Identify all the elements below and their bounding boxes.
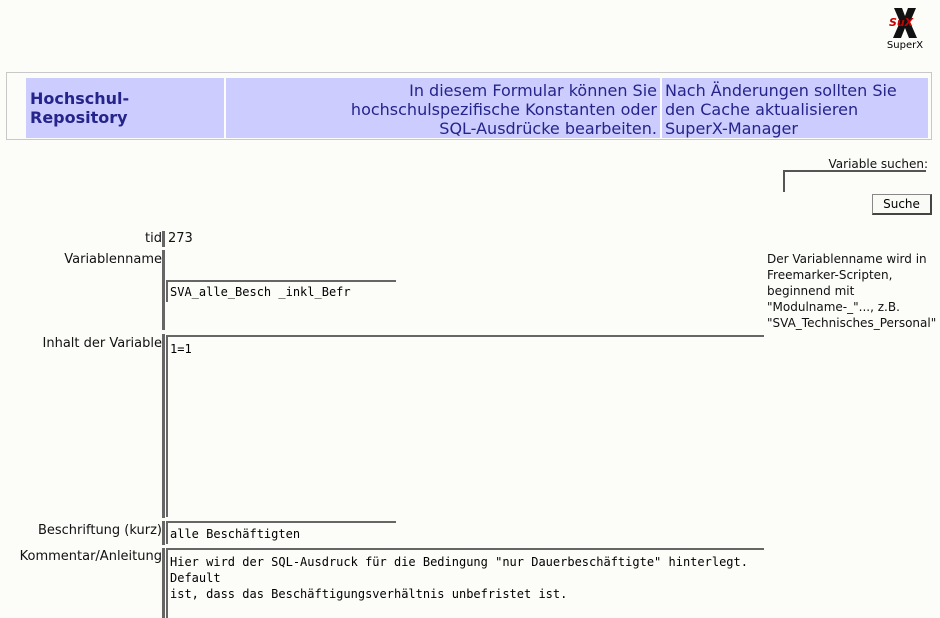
search-input[interactable] xyxy=(783,170,926,192)
header-info-line: hochschulspezifische Konstanten oder xyxy=(350,100,657,119)
variable-content-textarea[interactable]: 1=1 xyxy=(166,335,764,517)
caption-label: Beschriftung (kurz) xyxy=(37,523,162,538)
header-info-line: In diesem Formular können Sie xyxy=(409,81,657,100)
page-title: Hochschul-Repository xyxy=(26,78,224,138)
variable-name-label: Variablenname xyxy=(64,252,162,267)
svg-text:SuX: SuX xyxy=(889,16,914,29)
column-divider xyxy=(162,250,165,330)
search-label: Variable suchen: xyxy=(828,157,929,171)
variable-content-label: Inhalt der Variable xyxy=(42,336,162,351)
header-box: Hochschul-Repository In diesem Formular … xyxy=(6,72,932,140)
header-note-line: Nach Änderungen sollten Sie xyxy=(665,81,897,100)
tid-label: tid xyxy=(145,231,162,246)
caption-input[interactable] xyxy=(166,521,396,544)
hint-line: Der Variablenname wird in xyxy=(767,252,927,266)
logo-text: SuperX xyxy=(886,40,924,51)
search-button[interactable]: Suche xyxy=(872,194,932,215)
header-note-line: den Cache aktualisieren xyxy=(665,100,859,119)
hint-line: Freemarker-Scripten, xyxy=(767,268,893,282)
tid-value: 273 xyxy=(168,231,193,246)
comment-textarea[interactable]: Hier wird der SQL-Ausdruck für die Bedin… xyxy=(166,548,764,618)
header-info: In diesem Formular können Sie hochschuls… xyxy=(226,78,660,138)
hint-line: beginnend mit xyxy=(767,284,855,298)
hint-line: "SVA_Technisches_Personal" xyxy=(767,316,937,330)
column-divider xyxy=(162,334,165,518)
column-divider xyxy=(162,548,165,618)
superx-manager-link[interactable]: SuperX-Manager xyxy=(665,119,928,138)
variable-name-input[interactable] xyxy=(166,280,396,302)
header-info-line: SQL-Ausdrücke bearbeiten. xyxy=(439,119,657,138)
superx-x-icon: SuX xyxy=(889,8,917,38)
superx-logo: SuX SuperX xyxy=(880,6,930,54)
column-divider xyxy=(162,521,165,545)
variable-name-hint: Der Variablenname wird in Freemarker-Scr… xyxy=(767,251,940,331)
column-divider xyxy=(162,231,165,247)
hint-line: "Modulname-_"..., z.B. xyxy=(767,300,900,314)
comment-label: Kommentar/Anleitung xyxy=(19,549,162,564)
header-note: Nach Änderungen sollten Sie den Cache ak… xyxy=(662,78,928,138)
